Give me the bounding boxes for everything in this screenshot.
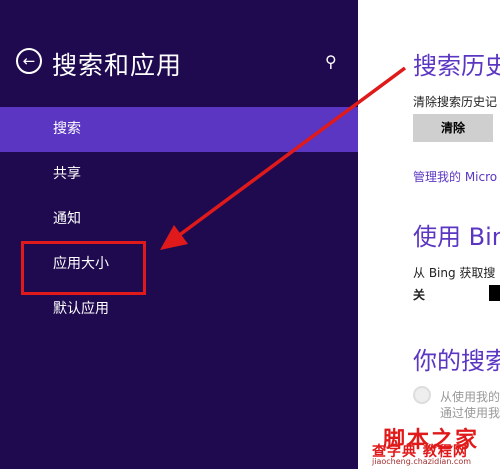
back-arrow-icon[interactable]: ←	[16, 48, 42, 74]
watermark-url: jiaocheng.chazidian.com	[372, 457, 472, 466]
option-radio-icon[interactable]	[413, 386, 431, 404]
settings-content-panel: 搜索历史 清除搜索历史记 清除 管理我的 Micro 使用 Bing 从 Bin…	[358, 0, 500, 469]
your-search-heading: 你的搜索	[413, 347, 500, 375]
use-bing-heading: 使用 Bing	[413, 223, 500, 251]
settings-sidebar: ← 搜索和应用 ⚲ 搜索 共享 通知 应用大小 默认应用	[0, 0, 358, 469]
search-icon[interactable]: ⚲	[325, 52, 337, 71]
bing-description: 从 Bing 获取搜	[413, 266, 496, 280]
annotation-highlight-box	[21, 241, 146, 295]
sidebar-item-share[interactable]: 共享	[0, 152, 358, 197]
clear-button[interactable]: 清除	[413, 114, 493, 142]
clear-history-label: 清除搜索历史记	[413, 95, 498, 109]
sidebar-item-search[interactable]: 搜索	[0, 107, 358, 152]
manage-account-link[interactable]: 管理我的 Micro	[413, 168, 497, 185]
search-option-2: 通过使用我	[440, 406, 500, 420]
sidebar-item-notifications[interactable]: 通知	[0, 197, 358, 242]
bing-toggle[interactable]	[489, 285, 500, 301]
bing-toggle-state: 关	[413, 288, 426, 302]
search-history-heading: 搜索历史	[413, 52, 500, 80]
search-option-1: 从使用我的	[440, 390, 500, 404]
page-title: 搜索和应用	[52, 51, 183, 80]
